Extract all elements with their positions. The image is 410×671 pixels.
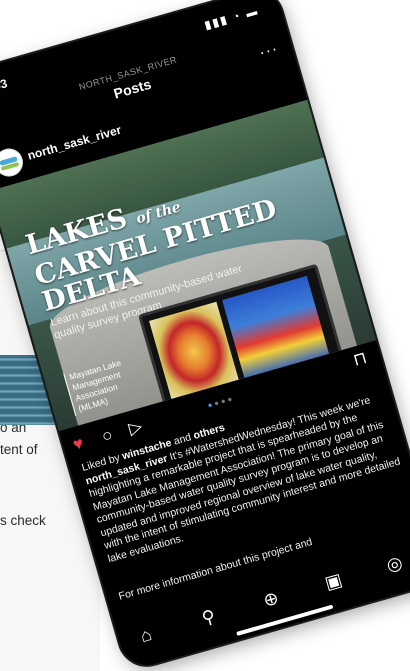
reels-icon[interactable]: ▣ [323, 569, 345, 594]
share-icon[interactable]: ▷ [127, 416, 145, 439]
heart-icon[interactable]: ♥ [71, 433, 86, 455]
avatar[interactable] [0, 145, 27, 180]
comment-icon[interactable]: ○ [100, 425, 115, 447]
home-icon[interactable]: ⌂ [138, 624, 154, 647]
profile-icon[interactable]: ◎ [384, 552, 405, 577]
bg-text-line: s check [0, 513, 46, 528]
bookmark-icon[interactable]: ⊓ [351, 348, 369, 371]
status-time: 9:03 [0, 76, 9, 97]
bg-text-line: tent of [0, 442, 38, 457]
create-post-icon[interactable]: ⊕ [261, 588, 281, 612]
search-icon[interactable]: ⚲ [199, 606, 217, 630]
sonar-echo [222, 275, 330, 381]
